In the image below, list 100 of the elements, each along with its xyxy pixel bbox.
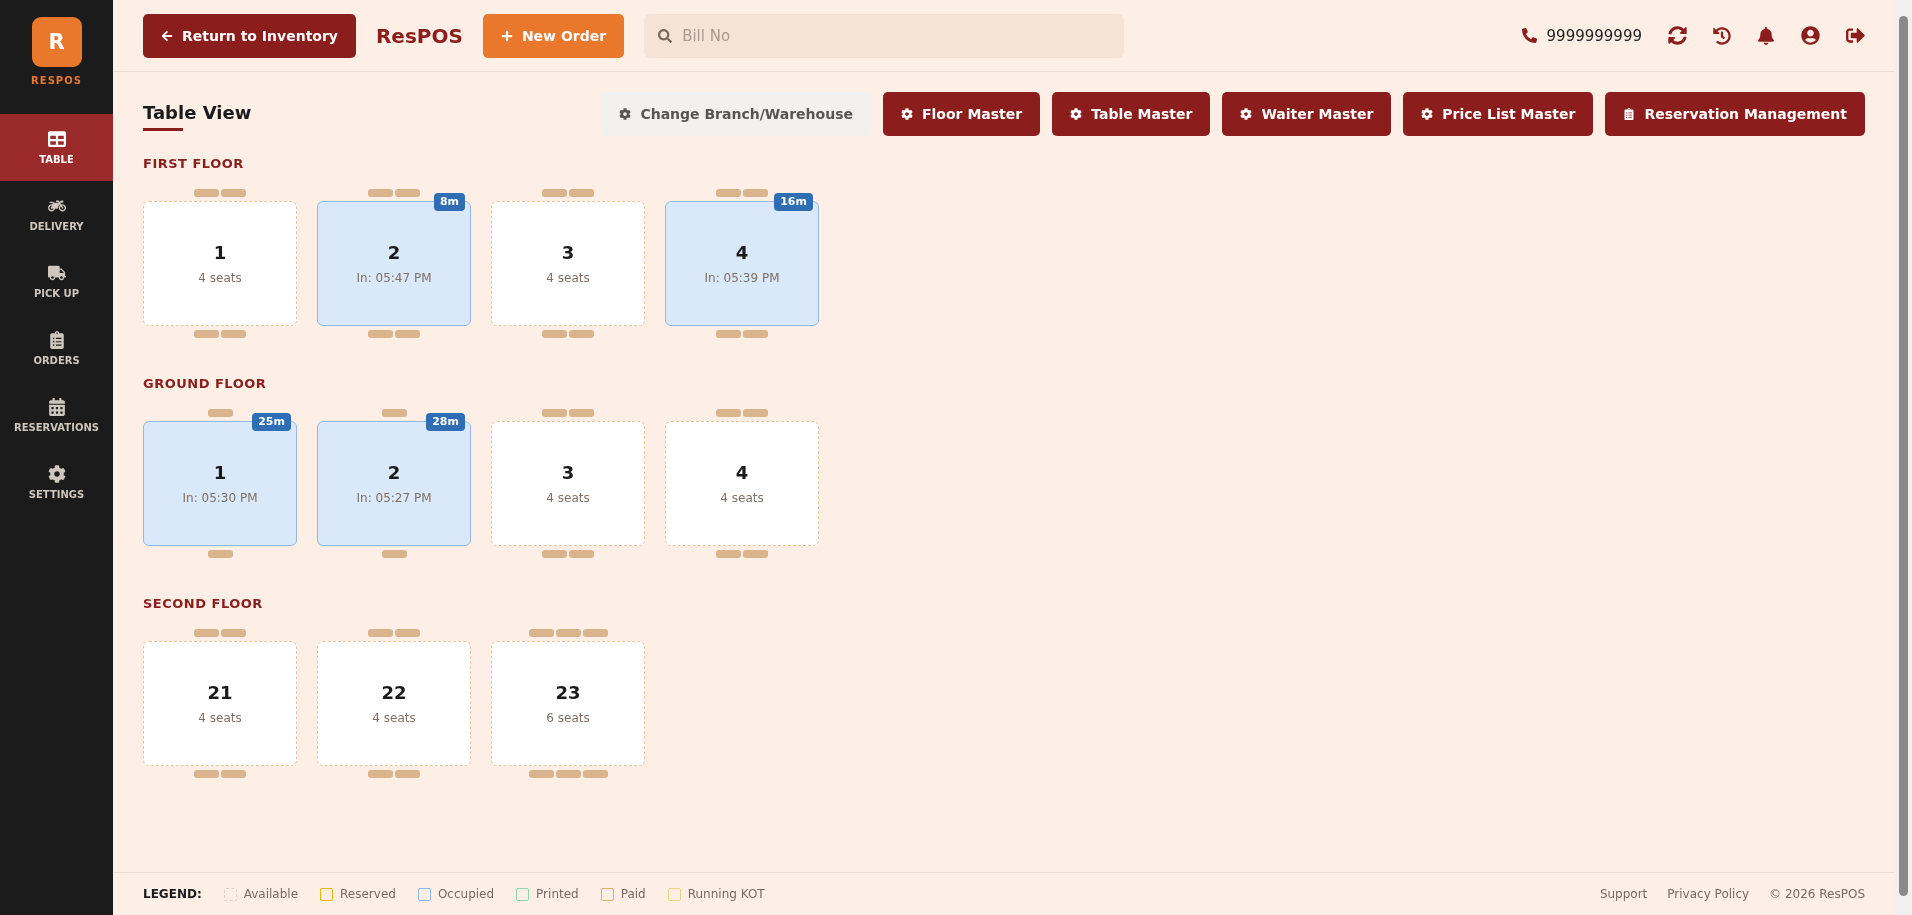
table-card[interactable]: 3 4 seats: [491, 201, 645, 326]
chair: [207, 409, 233, 417]
legend-label: Running KOT: [687, 887, 765, 901]
action-button[interactable]: Change Branch/Warehouse: [601, 92, 871, 136]
chair: [368, 330, 393, 338]
chair: [716, 189, 741, 197]
table-number: 2: [387, 462, 401, 483]
table-number: 4: [735, 242, 749, 263]
logo-mark: R: [31, 17, 82, 67]
table-number: 2: [387, 242, 401, 263]
sidebar-item[interactable]: RESERVATIONS: [0, 382, 113, 449]
table-info: 4 seats: [546, 491, 590, 505]
table-info: 4 seats: [546, 271, 590, 285]
legend-title: LEGEND:: [143, 887, 202, 901]
scrollbar-thumb[interactable]: [1899, 16, 1908, 896]
table-card[interactable]: 23 6 seats: [491, 641, 645, 766]
settings-icon: [47, 465, 66, 483]
bell-icon[interactable]: [1757, 26, 1775, 45]
footer-link[interactable]: Privacy Policy: [1667, 887, 1750, 901]
settings-icon: [1070, 108, 1083, 120]
brand-name: RESPOS: [31, 75, 82, 86]
chair: [221, 189, 246, 197]
refresh-icon[interactable]: [1668, 26, 1687, 45]
floor-title: GROUND FLOOR: [143, 376, 268, 391]
history-icon[interactable]: [1713, 26, 1731, 45]
table-card[interactable]: 3 4 seats: [491, 421, 645, 546]
legend-label: Printed: [536, 887, 579, 901]
chair: [569, 409, 594, 417]
floor-title: FIRST FLOOR: [143, 156, 245, 171]
settings-icon: [901, 108, 913, 120]
scrollbar[interactable]: [1895, 0, 1912, 915]
time-badge: 16m: [774, 193, 813, 211]
legend-label: Available: [243, 887, 299, 901]
sidebar-item[interactable]: SETTINGS: [0, 449, 113, 516]
action-button[interactable]: Table Master: [1052, 92, 1211, 136]
table-info: In: 05:27 PM: [356, 491, 432, 505]
sidebar-item[interactable]: TABLE: [0, 114, 113, 181]
sidebar-item[interactable]: ORDERS: [0, 315, 113, 382]
footer-link[interactable]: © 2026 ResPOS: [1769, 887, 1865, 901]
table-icon: [47, 130, 66, 148]
table-info: In: 05:47 PM: [356, 271, 432, 285]
chair: [194, 330, 219, 338]
chair: [395, 189, 420, 197]
plus-icon: [500, 29, 513, 42]
phone-icon: [1521, 28, 1537, 43]
sidebar-item[interactable]: PICK UP: [0, 248, 113, 315]
time-badge: 8m: [433, 193, 465, 211]
chair: [716, 330, 741, 338]
settings-icon: [619, 108, 632, 120]
table-info: In: 05:39 PM: [704, 271, 780, 285]
action-button[interactable]: Reservation Management: [1605, 92, 1865, 136]
truck-icon: [47, 264, 66, 282]
calendar-icon: [47, 398, 66, 416]
chair: [743, 330, 768, 338]
action-button[interactable]: Waiter Master: [1222, 92, 1392, 136]
legend-label: Reserved: [340, 887, 396, 901]
user-icon[interactable]: [1801, 26, 1820, 45]
search-field[interactable]: Bill No: [644, 13, 1125, 58]
table-number: 22: [381, 682, 407, 703]
chair: [368, 189, 393, 197]
chair: [368, 770, 393, 778]
action-button[interactable]: Price List Master: [1403, 92, 1594, 136]
table-info: 4 seats: [198, 711, 242, 725]
table-card[interactable]: 21 4 seats: [143, 641, 297, 766]
table-info: 6 seats: [546, 711, 590, 725]
settings-icon: [1240, 108, 1253, 120]
return-button[interactable]: Return to Inventory: [143, 13, 356, 58]
chair: [381, 550, 407, 558]
table-info: 4 seats: [198, 271, 242, 285]
page-title: Table View: [143, 102, 252, 123]
table-card[interactable]: 1 4 seats: [143, 201, 297, 326]
chair: [395, 629, 420, 637]
action-button[interactable]: Floor Master: [883, 92, 1041, 136]
table-info: 4 seats: [720, 491, 764, 505]
chair: [716, 550, 741, 558]
table-number: 3: [561, 462, 575, 483]
settings-icon: [1421, 108, 1434, 120]
footer-link[interactable]: Support: [1599, 887, 1648, 901]
logout-icon[interactable]: [1846, 26, 1865, 45]
table-number: 21: [207, 682, 233, 703]
chair: [207, 550, 233, 558]
table-card[interactable]: 4 4 seats: [665, 421, 819, 546]
table-info: 4 seats: [372, 711, 416, 725]
chair: [569, 330, 594, 338]
clipboard-icon: [47, 331, 66, 349]
chair: [542, 189, 567, 197]
chair: [381, 409, 407, 417]
time-badge: 25m: [252, 413, 291, 431]
phone-number: 9999999999: [1546, 26, 1642, 45]
chair: [194, 770, 219, 778]
arrow-left-icon: [161, 29, 173, 42]
clipboard-icon: [1623, 108, 1636, 120]
sidebar-item[interactable]: DELIVERY: [0, 181, 113, 248]
time-badge: 28m: [426, 413, 465, 431]
table-card[interactable]: 22 4 seats: [317, 641, 471, 766]
table-number: 3: [561, 242, 575, 263]
table-number: 23: [555, 682, 581, 703]
chair: [395, 330, 420, 338]
legend-label: Occupied: [437, 887, 495, 901]
floor-title: SECOND FLOOR: [143, 596, 264, 611]
